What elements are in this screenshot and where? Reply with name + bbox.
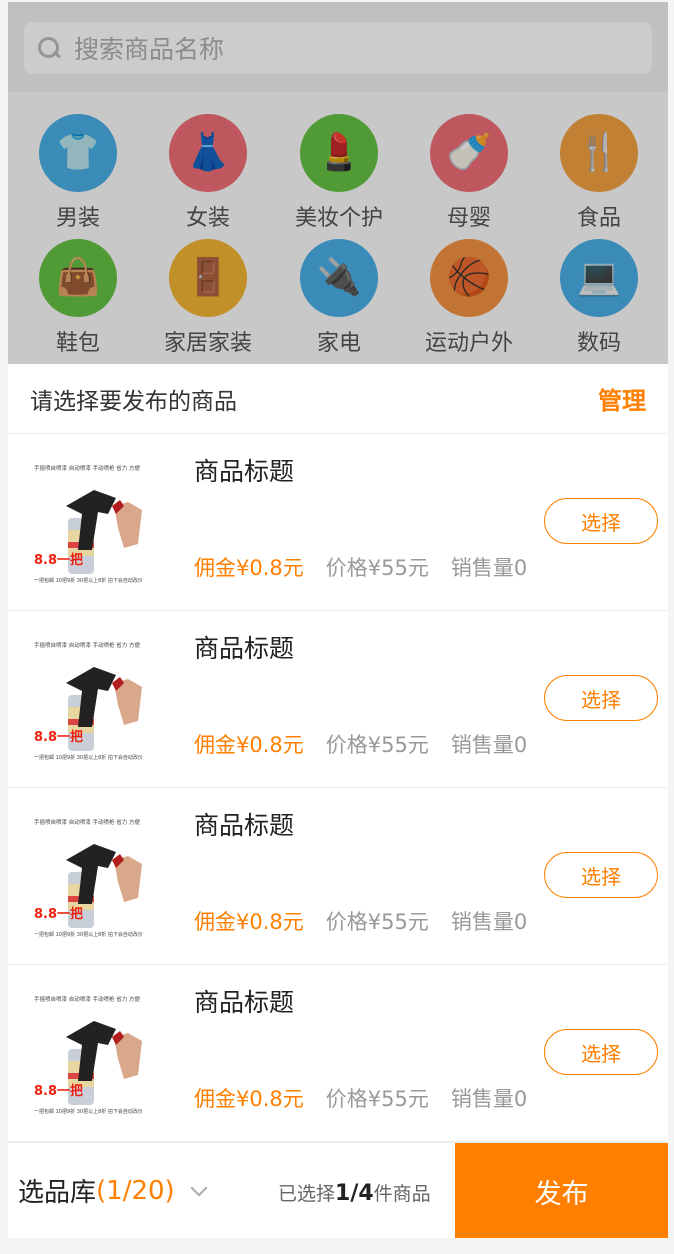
publish-button[interactable]: 发布 (455, 1143, 668, 1238)
product-title: 商品标题 (194, 457, 295, 486)
product-title: 商品标题 (194, 811, 295, 840)
sheet-title: 请选择要发布的商品 (30, 388, 237, 415)
product-select-sheet: 请选择要发布的商品 管理 手摇喷自喷漆 自动喷漆 手动喷枪 省力 方便 8.8一把… (8, 364, 668, 1238)
product-list: 手摇喷自喷漆 自动喷漆 手动喷枪 省力 方便 8.8一把 一把包邮 10把9折 30… (8, 434, 668, 1142)
select-button[interactable]: 选择 (544, 498, 658, 544)
thumb-price-text: 8.8一把 (34, 906, 83, 922)
thumb-price-text: 8.8一把 (34, 1083, 83, 1099)
select-button[interactable]: 选择 (544, 675, 658, 721)
thumb-top-text: 手摇喷自喷漆 自动喷漆 手动喷枪 省力 方便 (34, 818, 140, 826)
product-row: 手摇喷自喷漆 自动喷漆 手动喷枪 省力 方便 8.8一把一把包邮 10把9折 30… (8, 434, 668, 611)
thumb-bottom-text: 一把包邮 10把9折 30把以上8折 拍下会自动改价 (34, 754, 143, 761)
select-button[interactable]: 选择 (544, 1029, 658, 1075)
sales-count: 销售量0 (450, 1087, 528, 1111)
library-selector[interactable]: 选品库 (1/20) (18, 1172, 208, 1209)
thumb-top-text: 手摇喷自喷漆 自动喷漆 手动喷枪 省力 方便 (34, 641, 140, 649)
thumb-top-text: 手摇喷自喷漆 自动喷漆 手动喷枪 省力 方便 (34, 995, 140, 1003)
selected-count-text: 已选择1/4件商品 (278, 1181, 431, 1206)
price: 价格¥55元 (325, 733, 429, 757)
product-thumbnail: 手摇喷自喷漆 自动喷漆 手动喷枪 省力 方便 8.8一把一把包邮 10把9折 30… (32, 458, 156, 586)
thumb-bottom-text: 一把包邮 10把9折 30把以上8折 拍下会自动改价 (34, 931, 143, 938)
thumb-price-text: 8.8一把 (34, 552, 83, 568)
product-meta: 佣金¥0.8元 价格¥55元 销售量0 (194, 1083, 527, 1113)
manage-button[interactable]: 管理 (598, 381, 646, 416)
price: 价格¥55元 (325, 910, 429, 934)
product-meta: 佣金¥0.8元 价格¥55元 销售量0 (194, 729, 527, 759)
commission: 佣金¥0.8元 (194, 1087, 304, 1111)
sheet-header: 请选择要发布的商品 管理 (8, 364, 668, 434)
thumb-price-text: 8.8一把 (34, 729, 83, 745)
thumb-bottom-text: 一把包邮 10把9折 30把以上8折 拍下会自动改价 (34, 577, 143, 584)
product-thumbnail: 手摇喷自喷漆 自动喷漆 手动喷枪 省力 方便 8.8一把一把包邮 10把9折 30… (32, 989, 156, 1117)
product-thumbnail: 手摇喷自喷漆 自动喷漆 手动喷枪 省力 方便 8.8一把一把包邮 10把9折 30… (32, 635, 156, 763)
selected-count: 1/4 (335, 1181, 374, 1206)
product-meta: 佣金¥0.8元 价格¥55元 销售量0 (194, 906, 527, 936)
library-label: 选品库 (18, 1178, 97, 1208)
product-meta: 佣金¥0.8元 价格¥55元 销售量0 (194, 552, 527, 582)
library-count: (1/20) (96, 1175, 175, 1206)
price: 价格¥55元 (325, 1087, 429, 1111)
app-frame: 搜索商品名称 👕 男装 👗 女装 💄 美妆个护 🍼 母婴 🍴 食品 👜 鞋包 🚪 家居家装 🔌 家电 🏀 运动户外… (8, 2, 668, 1238)
chevron-down-icon (190, 1179, 208, 1196)
product-thumbnail: 手摇喷自喷漆 自动喷漆 手动喷枪 省力 方便 8.8一把一把包邮 10把9折 30… (32, 812, 156, 940)
product-row: 手摇喷自喷漆 自动喷漆 手动喷枪 省力 方便 8.8一把一把包邮 10把9折 30… (8, 788, 668, 965)
sales-count: 销售量0 (450, 733, 528, 757)
select-button[interactable]: 选择 (544, 852, 658, 898)
thumb-bottom-text: 一把包邮 10把9折 30把以上8折 拍下会自动改价 (34, 1108, 143, 1115)
product-row: 手摇喷自喷漆 自动喷漆 手动喷枪 省力 方便 8.8一把一把包邮 10把9折 30… (8, 611, 668, 788)
product-title: 商品标题 (194, 634, 295, 663)
dim-overlay[interactable] (8, 2, 668, 364)
product-title: 商品标题 (194, 988, 295, 1017)
commission: 佣金¥0.8元 (194, 910, 304, 934)
commission: 佣金¥0.8元 (194, 556, 304, 580)
sales-count: 销售量0 (450, 910, 528, 934)
commission: 佣金¥0.8元 (194, 733, 304, 757)
footer-bar: 选品库 (1/20) 已选择1/4件商品 发布 (8, 1142, 668, 1238)
sales-count: 销售量0 (450, 556, 528, 580)
product-row: 手摇喷自喷漆 自动喷漆 手动喷枪 省力 方便 8.8一把一把包邮 10把9折 30… (8, 965, 668, 1142)
price: 价格¥55元 (325, 556, 429, 580)
thumb-top-text: 手摇喷自喷漆 自动喷漆 手动喷枪 省力 方便 (34, 464, 140, 472)
